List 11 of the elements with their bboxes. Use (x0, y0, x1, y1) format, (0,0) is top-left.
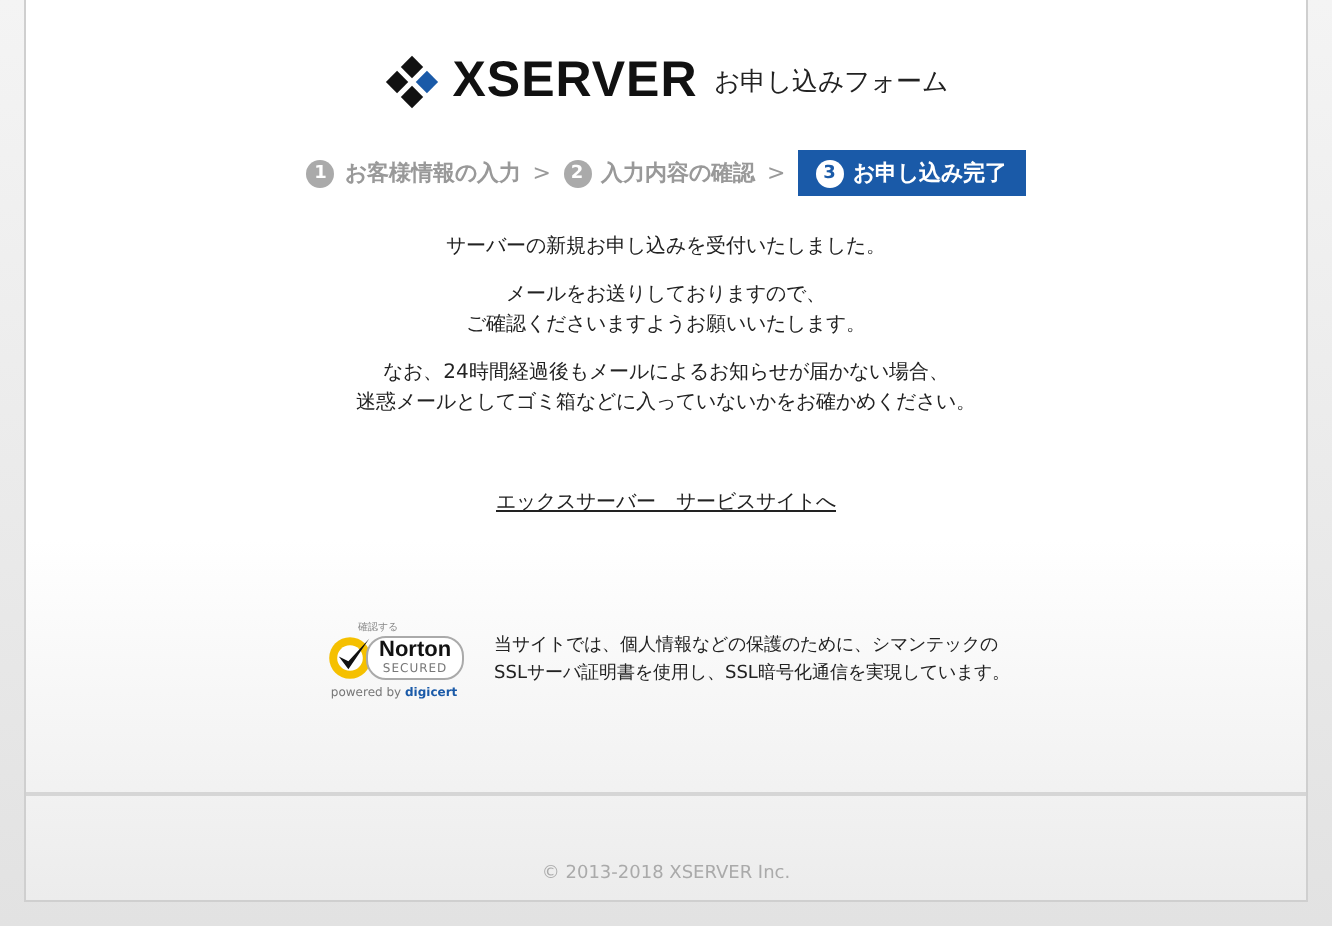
chevron-icon: > (532, 160, 551, 186)
chevron-icon: > (767, 160, 786, 186)
message-text: なお、24時間経過後もメールによるお知らせが届かない場合、 迷惑メールとしてゴミ箱などに入っていないかをお確かめください。 (356, 359, 976, 418)
service-site-link[interactable]: エックスサーバー サービスサイトへ (496, 492, 836, 514)
message-text: メールをお送りしておりますので、 ご確認くださいますようお願いいたします。 (466, 282, 866, 340)
logo-icon (384, 53, 441, 109)
ssl-notice-text: 当サイトでは、個人情報などの保護のために、シマンテックの SSLサーバ証明書を使用し、SSL暗号化通信を実現しています。 (494, 633, 1010, 688)
message-text: サーバーの新規お申し込みを受付いたしました。 (446, 233, 886, 262)
logo-text: XSERVER (452, 52, 698, 110)
copyright-text: © 2013-2018 XSERVER Inc. (541, 864, 791, 884)
form-title: お申し込みフォーム (713, 65, 948, 99)
